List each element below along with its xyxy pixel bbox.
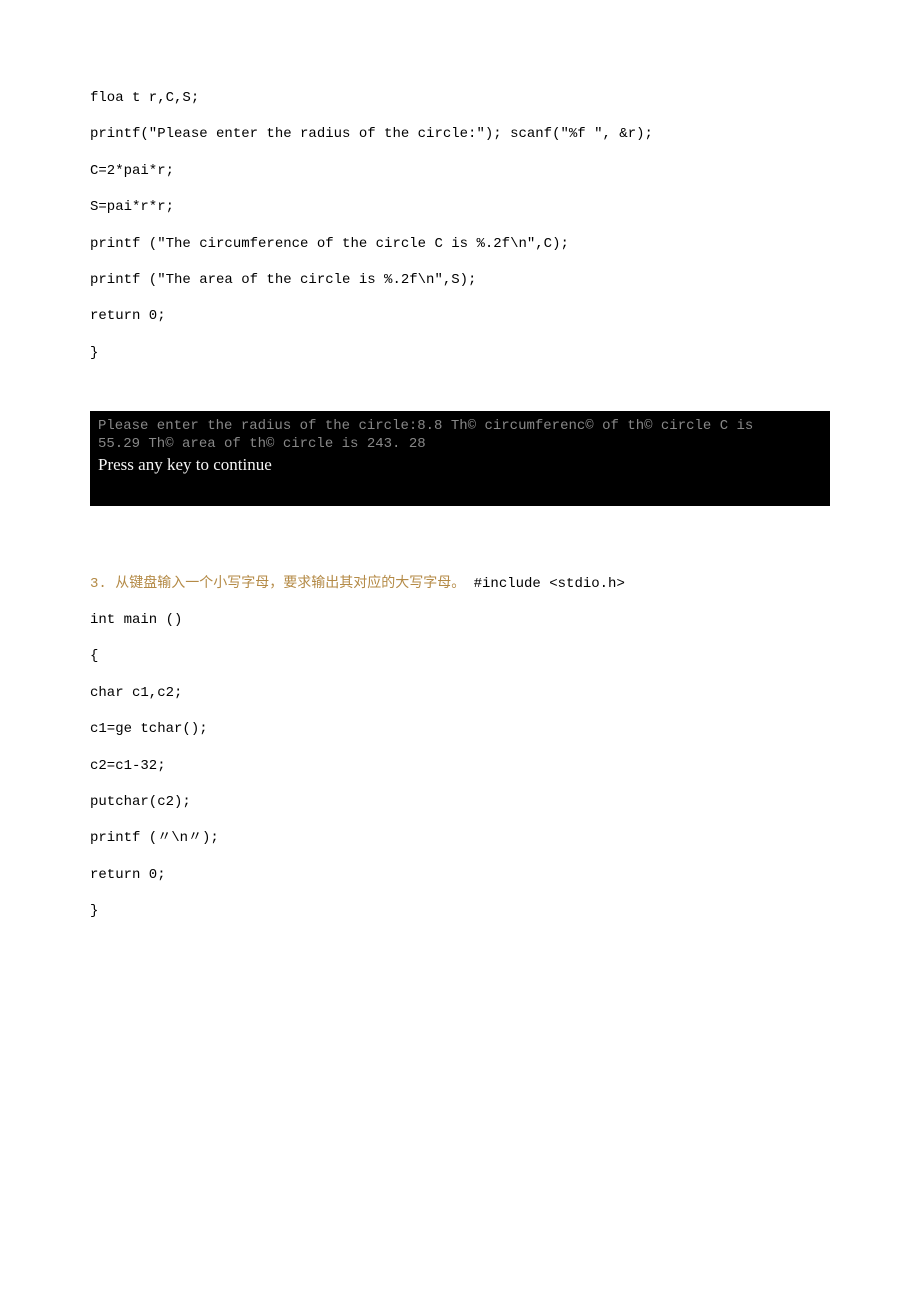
code-line: printf (〃\n〃);	[90, 820, 830, 856]
code-line: printf ("The area of the circle is %.2f\…	[90, 262, 830, 298]
terminal-output: Please enter the radius of the circle:8.…	[90, 411, 830, 505]
code-block-1: floa t r,C,S; printf("Please enter the r…	[90, 80, 830, 371]
question-line: 3. 从键盘输入一个小写字母，要求输出其对应的大写字母。 #include <s…	[90, 566, 830, 602]
code-line: }	[90, 335, 830, 371]
code-line: int main ()	[90, 602, 830, 638]
document-page: floa t r,C,S; printf("Please enter the r…	[0, 0, 920, 1010]
code-line: S=pai*r*r;	[90, 189, 830, 225]
code-line: C=2*pai*r;	[90, 153, 830, 189]
include-directive: #include <stdio.h>	[474, 576, 625, 592]
code-line: floa t r,C,S;	[90, 80, 830, 116]
code-block-2: int main () { char c1,c2; c1=ge tchar();…	[90, 602, 830, 930]
terminal-prompt: Press any key to continue	[98, 454, 822, 476]
code-line: return 0;	[90, 298, 830, 334]
code-line: c2=c1-32;	[90, 748, 830, 784]
question-text: 从键盘输入一个小写字母，要求输出其对应的大写字母。	[115, 576, 465, 592]
code-line: return 0;	[90, 857, 830, 893]
code-line: }	[90, 893, 830, 929]
question-number: 3.	[90, 576, 115, 592]
code-line: printf("Please enter the radius of the c…	[90, 116, 830, 152]
code-line: c1=ge tchar();	[90, 711, 830, 747]
terminal-line: Please enter the radius of the circle:8.…	[98, 417, 822, 435]
code-line: printf ("The circumference of the circle…	[90, 226, 830, 262]
code-line: char c1,c2;	[90, 675, 830, 711]
terminal-line: 55.29 Th© area of th© circle is 243. 28	[98, 435, 822, 453]
code-line: {	[90, 638, 830, 674]
code-line: putchar(c2);	[90, 784, 830, 820]
